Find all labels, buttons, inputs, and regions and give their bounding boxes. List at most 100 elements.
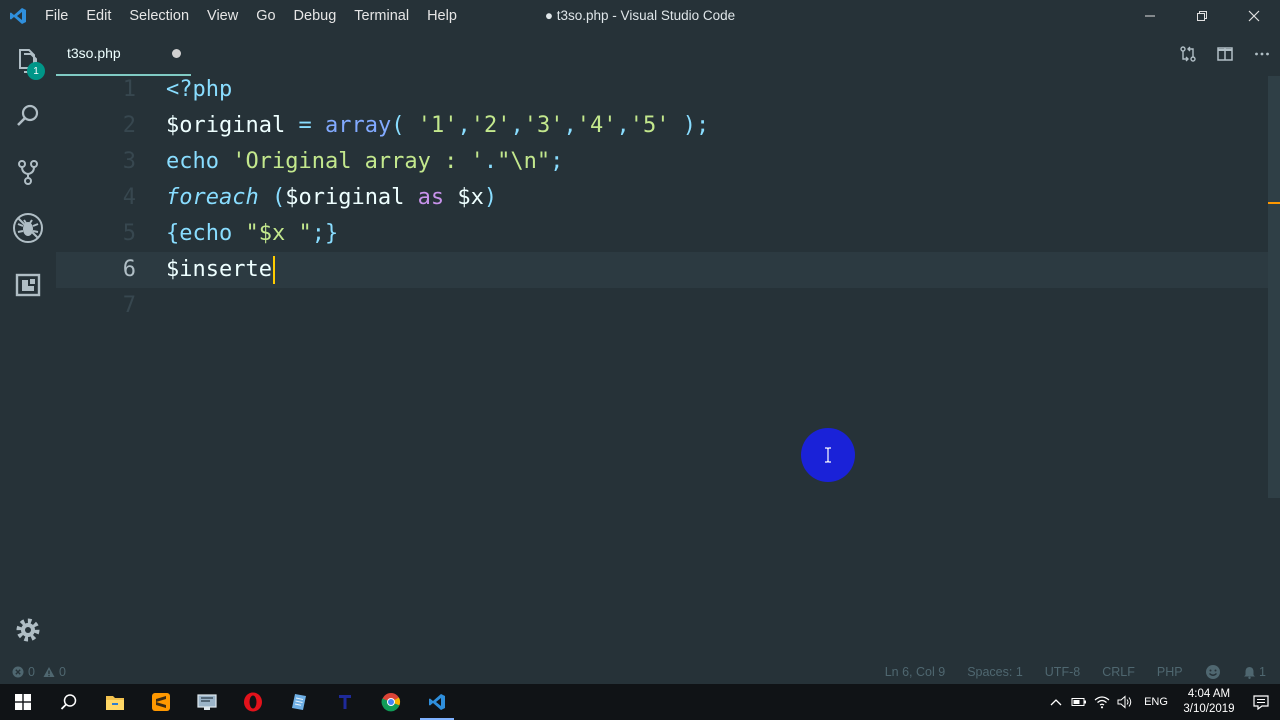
encoding[interactable]: UTF-8 <box>1034 665 1091 679</box>
code-token: '4' <box>576 113 617 138</box>
code-line[interactable]: 2 $original = array( '1','2','3','4','5' … <box>56 108 1268 144</box>
close-window-button[interactable] <box>1228 0 1280 32</box>
menu-file[interactable]: File <box>36 0 77 32</box>
taskbar-file-explorer[interactable] <box>92 684 138 720</box>
code-token: '2' <box>470 113 511 138</box>
code-text[interactable]: <?php <box>166 72 232 108</box>
taskbar-opera[interactable] <box>230 684 276 720</box>
taskbar-sublime-text[interactable] <box>138 684 184 720</box>
source-control-button[interactable] <box>0 144 56 200</box>
code-text[interactable]: foreach ($original as $x) <box>166 180 497 216</box>
compare-changes-icon <box>1179 46 1196 62</box>
chevron-up-icon <box>1050 699 1061 706</box>
start-button[interactable] <box>0 684 46 720</box>
open-changes-button[interactable] <box>1169 32 1206 76</box>
code-token: $x <box>457 185 484 210</box>
code-token: ); <box>669 113 710 138</box>
menu-help[interactable]: Help <box>418 0 466 32</box>
notification-count: 1 <box>1259 664 1266 679</box>
line-number: 7 <box>122 293 136 318</box>
line-number: 2 <box>122 113 136 138</box>
taskbar-chrome[interactable] <box>368 684 414 720</box>
taskbar-vscode[interactable] <box>414 684 460 720</box>
clock-button[interactable]: 4:04 AM 3/10/2019 <box>1176 687 1242 717</box>
monitor-network-icon <box>197 694 217 710</box>
minimize-button[interactable] <box>1124 0 1176 32</box>
unsaved-dot-icon[interactable] <box>172 49 181 58</box>
code-line[interactable]: 1 <?php <box>56 72 1268 108</box>
menu-go[interactable]: Go <box>247 0 284 32</box>
folder-icon <box>106 696 124 710</box>
windows-logo-icon <box>15 694 31 710</box>
taskbar-search-button[interactable] <box>46 684 92 720</box>
feedback-button[interactable] <box>1194 664 1232 680</box>
debug-icon <box>13 213 43 243</box>
code-token: { <box>166 221 180 246</box>
code-text[interactable]: $original = array( '1','2','3','4','5' )… <box>166 108 709 144</box>
title-bar: File Edit Selection View Go Debug Termin… <box>0 0 1280 32</box>
debug-button[interactable] <box>0 200 56 256</box>
extensions-button[interactable] <box>0 256 56 312</box>
status-bar: 0 0 Ln 6, Col 9 Spaces: 1 UTF-8 CRLF PHP… <box>0 660 1280 684</box>
source-control-icon <box>18 160 38 185</box>
warning-count: 0 <box>58 665 66 679</box>
battery-button[interactable] <box>1067 697 1090 707</box>
indentation[interactable]: Spaces: 1 <box>956 665 1034 679</box>
vscode-icon <box>429 694 445 710</box>
code-editor[interactable]: 1 <?php 2 $original = array( '1','2','3','4… <box>56 76 1268 660</box>
code-line[interactable]: 3 echo 'Original array : '."\n"; <box>56 144 1268 180</box>
notifications-button[interactable]: 1 <box>1232 664 1280 680</box>
manage-settings-button[interactable] <box>0 602 56 658</box>
problems-indicator[interactable]: 0 0 <box>0 665 66 679</box>
code-token: $original <box>166 113 286 138</box>
restore-button[interactable] <box>1176 0 1228 32</box>
system-tray: ENG 4:04 AM 3/10/2019 <box>1044 684 1280 720</box>
split-editor-button[interactable] <box>1206 32 1243 76</box>
menu-edit[interactable]: Edit <box>77 0 120 32</box>
editor-scrollbar[interactable] <box>1268 76 1280 498</box>
line-number: 1 <box>122 77 136 102</box>
text-cursor-icon <box>825 447 831 463</box>
menu-view[interactable]: View <box>198 0 247 32</box>
code-token: . <box>483 149 498 174</box>
cursor-position[interactable]: Ln 6, Col 9 <box>874 665 956 679</box>
action-center-button[interactable] <box>1242 694 1280 710</box>
code-line[interactable]: 4 foreach ($original as $x) <box>56 180 1268 216</box>
search-button[interactable] <box>0 88 56 144</box>
language-mode[interactable]: PHP <box>1146 665 1194 679</box>
code-line[interactable]: 6 $inserte <box>56 252 1268 288</box>
explorer-badge: 1 <box>27 62 45 80</box>
show-hidden-icons-button[interactable] <box>1044 698 1067 706</box>
blue-document-icon <box>292 694 306 710</box>
minimize-icon <box>1145 15 1155 17</box>
code-token: '1' <box>417 113 458 138</box>
code-text[interactable]: $inserte <box>166 252 275 288</box>
input-language-button[interactable]: ENG <box>1136 696 1176 708</box>
window-controls <box>1124 0 1280 32</box>
code-line[interactable]: 7 <box>56 288 1268 324</box>
menu-debug[interactable]: Debug <box>285 0 346 32</box>
wifi-button[interactable] <box>1090 695 1113 709</box>
code-token: ; <box>550 149 564 174</box>
ellipsis-icon <box>1254 52 1269 56</box>
tab-t3so-php[interactable]: t3so.php <box>56 32 191 76</box>
taskbar-text-app[interactable] <box>322 684 368 720</box>
end-of-line[interactable]: CRLF <box>1091 665 1146 679</box>
code-line[interactable]: 5 {echo "$x ";} <box>56 216 1268 252</box>
search-icon <box>60 694 77 710</box>
code-token: ( <box>258 185 286 210</box>
code-text[interactable]: {echo "$x ";} <box>166 216 338 252</box>
code-token: "\n" <box>497 149 551 174</box>
code-token: '5' <box>629 113 670 138</box>
volume-button[interactable] <box>1113 695 1136 709</box>
clock-time: 4:04 AM <box>1187 688 1231 700</box>
code-token: echo <box>166 149 219 174</box>
taskbar-network-app[interactable] <box>184 684 230 720</box>
menu-terminal[interactable]: Terminal <box>345 0 418 32</box>
menu-selection[interactable]: Selection <box>120 0 198 32</box>
line-number: 4 <box>122 185 136 210</box>
code-text[interactable]: echo 'Original array : '."\n"; <box>166 144 563 180</box>
taskbar-notepad-app[interactable] <box>276 684 322 720</box>
more-actions-button[interactable] <box>1243 32 1280 76</box>
explorer-button[interactable]: 1 <box>0 32 56 88</box>
